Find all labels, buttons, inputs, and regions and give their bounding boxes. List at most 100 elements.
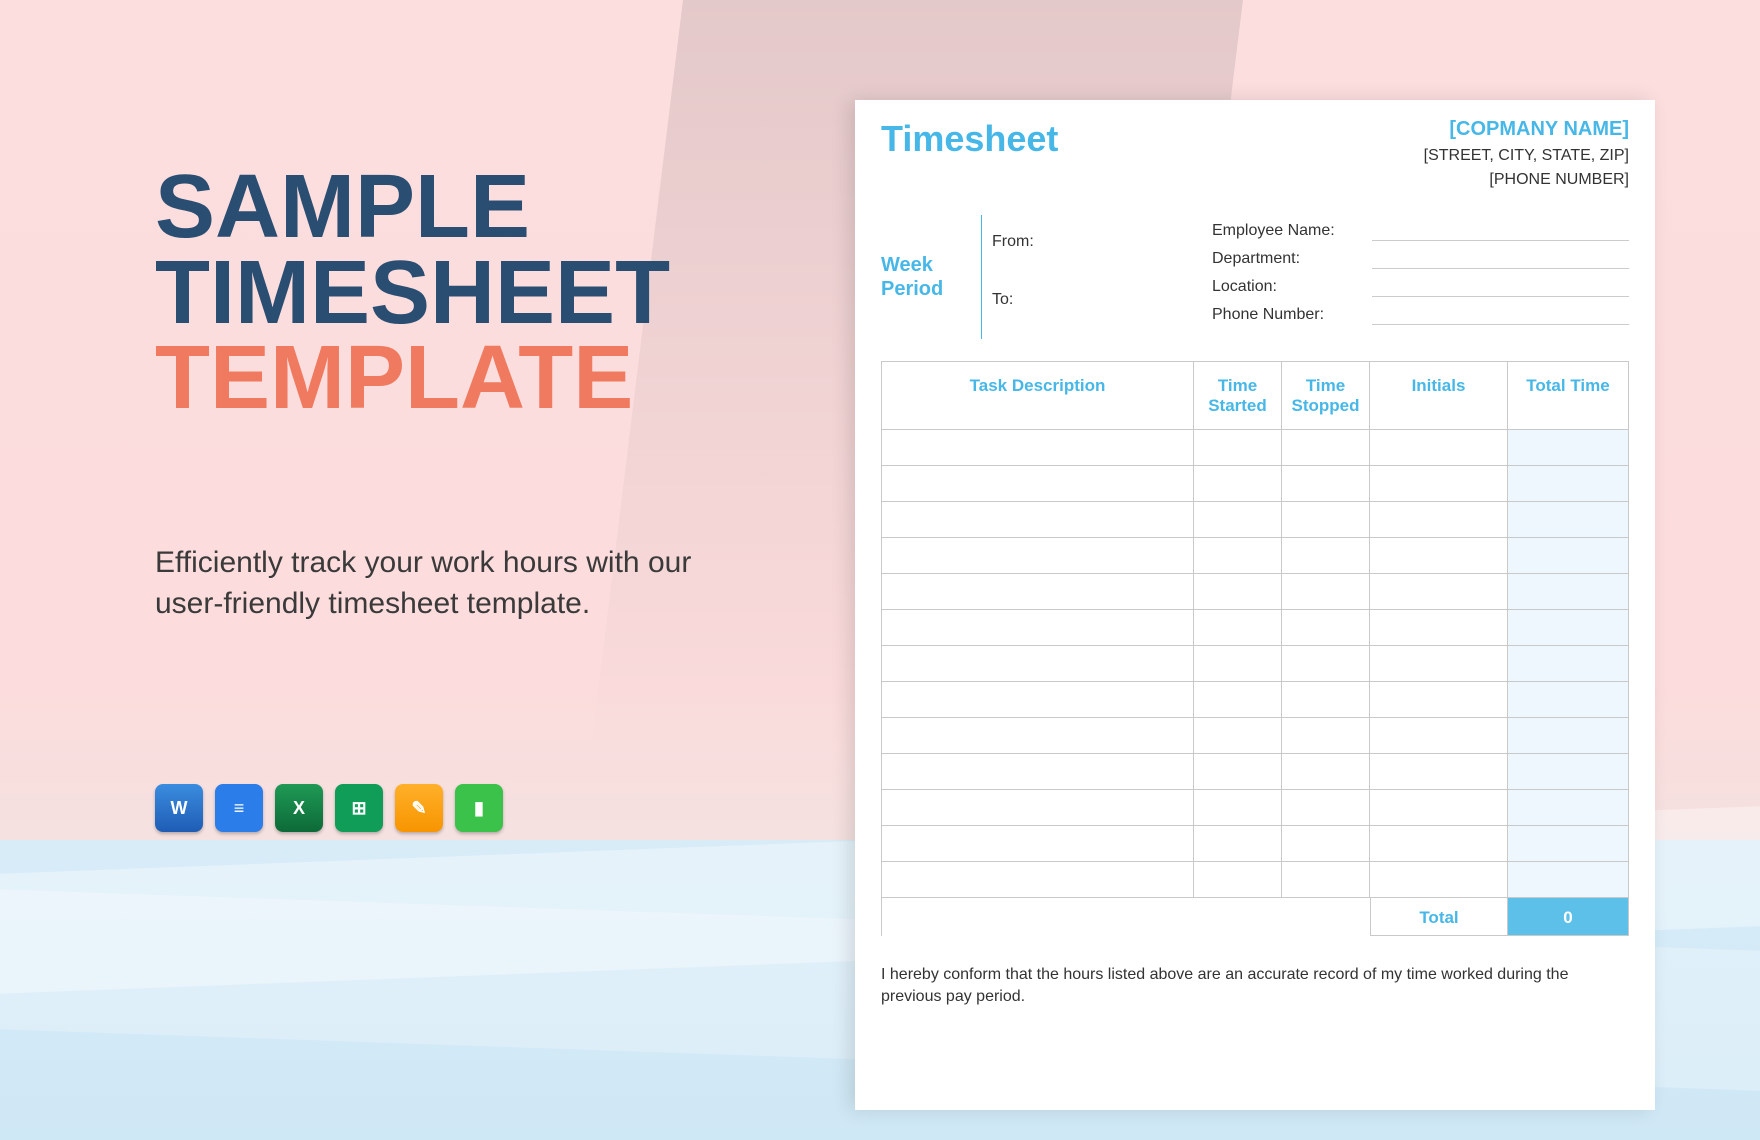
- col-initials: Initials: [1370, 362, 1508, 430]
- grid-cell[interactable]: [1282, 574, 1370, 610]
- grid-cell[interactable]: [882, 754, 1194, 790]
- grid-cell[interactable]: [1370, 538, 1508, 574]
- period-block: From: To:: [992, 221, 1192, 333]
- grid-cell[interactable]: [882, 646, 1194, 682]
- footer-total-value: 0: [1508, 898, 1628, 936]
- grid-cell[interactable]: [1508, 466, 1628, 502]
- grid-cell[interactable]: [1282, 466, 1370, 502]
- grid-cell[interactable]: [1370, 502, 1508, 538]
- grid-cell[interactable]: [1370, 826, 1508, 862]
- left-panel: SAMPLE TIMESHEET TEMPLATE Efficiently tr…: [155, 165, 775, 832]
- info-row: Week Period From: To: Employee Name:Depa…: [881, 221, 1629, 333]
- footer-spacer: [882, 898, 1370, 936]
- grid-cell[interactable]: [1194, 574, 1282, 610]
- grid-data-row: [882, 718, 1628, 754]
- grid-cell[interactable]: [1370, 574, 1508, 610]
- grid-cell[interactable]: [1282, 502, 1370, 538]
- grid-cell[interactable]: [1282, 430, 1370, 466]
- grid-cell[interactable]: [1508, 574, 1628, 610]
- microsoft-word-icon[interactable]: W: [155, 784, 203, 832]
- grid-cell[interactable]: [882, 826, 1194, 862]
- col-time-stopped: Time Stopped: [1282, 362, 1370, 430]
- grid-cell[interactable]: [1194, 502, 1282, 538]
- grid-cell[interactable]: [1508, 718, 1628, 754]
- grid-footer-row: Total 0: [882, 898, 1628, 936]
- grid-cell[interactable]: [1370, 430, 1508, 466]
- grid-cell[interactable]: [1282, 862, 1370, 898]
- grid-cell[interactable]: [1370, 718, 1508, 754]
- grid-cell[interactable]: [1282, 538, 1370, 574]
- grid-cell[interactable]: [1282, 826, 1370, 862]
- grid-cell[interactable]: [882, 862, 1194, 898]
- employee-field-value[interactable]: [1372, 249, 1629, 269]
- grid-cell[interactable]: [882, 502, 1194, 538]
- grid-cell[interactable]: [1194, 826, 1282, 862]
- grid-cell[interactable]: [1508, 862, 1628, 898]
- grid-cell[interactable]: [1194, 430, 1282, 466]
- grid-cell[interactable]: [1508, 682, 1628, 718]
- grid-cell[interactable]: [1508, 538, 1628, 574]
- google-docs-icon[interactable]: ≡: [215, 784, 263, 832]
- grid-cell[interactable]: [1370, 646, 1508, 682]
- employee-field-value[interactable]: [1372, 277, 1629, 297]
- grid-cell[interactable]: [1194, 538, 1282, 574]
- grid-cell[interactable]: [1194, 610, 1282, 646]
- grid-cell[interactable]: [1508, 646, 1628, 682]
- google-sheets-icon[interactable]: ⊞: [335, 784, 383, 832]
- grid-cell[interactable]: [1508, 430, 1628, 466]
- grid-cell[interactable]: [882, 682, 1194, 718]
- company-phone: [PHONE NUMBER]: [1424, 171, 1629, 189]
- grid-cell[interactable]: [1194, 754, 1282, 790]
- grid-data-row: [882, 862, 1628, 898]
- employee-field-value[interactable]: [1372, 221, 1629, 241]
- apple-pages-icon[interactable]: ✎: [395, 784, 443, 832]
- grid-cell[interactable]: [1194, 718, 1282, 754]
- grid-cell[interactable]: [1508, 790, 1628, 826]
- to-label: To:: [992, 285, 1192, 327]
- doc-header: Timesheet [COPMANY NAME] [STREET, CITY, …: [881, 118, 1629, 189]
- doc-company-block: [COPMANY NAME] [STREET, CITY, STATE, ZIP…: [1424, 118, 1629, 189]
- format-icons-row: W ≡ X ⊞ ✎ ▮: [155, 784, 775, 832]
- grid-cell[interactable]: [1282, 682, 1370, 718]
- grid-cell[interactable]: [1282, 790, 1370, 826]
- grid-cell[interactable]: [882, 610, 1194, 646]
- grid-cell[interactable]: [1370, 790, 1508, 826]
- employee-field-value[interactable]: [1372, 305, 1629, 325]
- from-label: From:: [992, 227, 1192, 269]
- col-time-started: Time Started: [1194, 362, 1282, 430]
- grid-cell[interactable]: [882, 718, 1194, 754]
- grid-cell[interactable]: [1282, 754, 1370, 790]
- grid-cell[interactable]: [1370, 466, 1508, 502]
- grid-cell[interactable]: [1282, 718, 1370, 754]
- grid-cell[interactable]: [1508, 826, 1628, 862]
- grid-cell[interactable]: [1194, 862, 1282, 898]
- grid-cell[interactable]: [1282, 610, 1370, 646]
- vertical-rule: [981, 215, 982, 339]
- grid-cell[interactable]: [1370, 862, 1508, 898]
- grid-cell[interactable]: [882, 574, 1194, 610]
- grid-cell[interactable]: [1194, 466, 1282, 502]
- grid-cell[interactable]: [1370, 754, 1508, 790]
- grid-cell[interactable]: [882, 430, 1194, 466]
- grid-cell[interactable]: [1194, 790, 1282, 826]
- microsoft-excel-icon[interactable]: X: [275, 784, 323, 832]
- employee-block: Employee Name:Department:Location:Phone …: [1212, 221, 1629, 333]
- title-line-1: SAMPLE: [155, 165, 775, 251]
- grid-cell[interactable]: [1194, 682, 1282, 718]
- grid-cell[interactable]: [1370, 610, 1508, 646]
- timesheet-document-preview: Timesheet [COPMANY NAME] [STREET, CITY, …: [855, 100, 1655, 1110]
- col-total-time: Total Time: [1508, 362, 1628, 430]
- grid-cell[interactable]: [882, 466, 1194, 502]
- grid-cell[interactable]: [1282, 646, 1370, 682]
- apple-numbers-icon[interactable]: ▮: [455, 784, 503, 832]
- employee-field-line: Location:: [1212, 277, 1629, 297]
- grid-data-row: [882, 826, 1628, 862]
- grid-cell[interactable]: [1508, 502, 1628, 538]
- grid-cell[interactable]: [882, 790, 1194, 826]
- subtitle: Efficiently track your work hours with o…: [155, 542, 715, 625]
- grid-cell[interactable]: [882, 538, 1194, 574]
- grid-cell[interactable]: [1508, 754, 1628, 790]
- grid-cell[interactable]: [1370, 682, 1508, 718]
- grid-cell[interactable]: [1508, 610, 1628, 646]
- grid-cell[interactable]: [1194, 646, 1282, 682]
